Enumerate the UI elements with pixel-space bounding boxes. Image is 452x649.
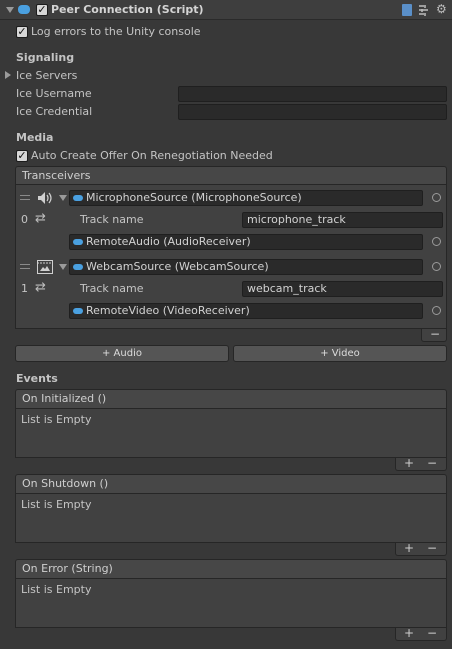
ice-username-label: Ice Username <box>16 87 92 100</box>
transceiver-0-source-field[interactable]: MicrophoneSource (MicrophoneSource) <box>69 190 423 206</box>
event-on-shutdown-list: List is Empty <box>15 493 447 543</box>
transceiver-1-track-name-label: Track name <box>80 282 144 295</box>
remove-button[interactable]: − <box>427 457 437 469</box>
auto-offer-label: Auto Create Offer On Renegotiation Neede… <box>31 149 273 162</box>
film-icon <box>37 260 53 274</box>
transceiver-1-source: WebcamSource (WebcamSource) <box>86 260 269 273</box>
log-errors-checkbox[interactable]: ✓ <box>16 26 28 38</box>
transceiver-1-receiver-field[interactable]: RemoteVideo (VideoReceiver) <box>69 303 423 319</box>
event-on-shutdown-header: On Shutdown () <box>15 474 447 494</box>
transceiver-0-track-name-label: Track name <box>80 213 144 226</box>
ice-credential-label: Ice Credential <box>16 105 93 118</box>
drag-handle-icon[interactable] <box>20 264 30 269</box>
transceivers-header: Transceivers <box>15 166 447 185</box>
speaker-icon <box>37 191 53 205</box>
drag-handle-icon[interactable] <box>20 195 30 200</box>
object-picker-icon[interactable] <box>432 262 441 271</box>
transceiver-0-receiver-field[interactable]: RemoteAudio (AudioReceiver) <box>69 234 423 250</box>
event-on-error-title: On Error (String) <box>22 562 113 575</box>
add-button[interactable]: + <box>404 457 414 469</box>
remove-button[interactable]: − <box>427 627 437 639</box>
transceiver-0-receiver: RemoteAudio (AudioReceiver) <box>86 235 251 248</box>
events-heading: Events <box>16 372 58 385</box>
ice-servers-label[interactable]: Ice Servers <box>16 69 77 82</box>
receiver-object-icon <box>73 308 83 314</box>
transceiver-0-track-name-field[interactable]: microphone_track <box>242 212 443 228</box>
transceiver-1-source-field[interactable]: WebcamSource (WebcamSource) <box>69 259 423 275</box>
event-on-initialized-title: On Initialized () <box>22 392 107 405</box>
event-on-error-header: On Error (String) <box>15 559 447 579</box>
transceiver-0-index: 0 <box>21 213 28 226</box>
log-errors-label: Log errors to the Unity console <box>31 25 201 38</box>
ice-credential-field[interactable] <box>178 104 447 120</box>
transceiver-0-source: MicrophoneSource (MicrophoneSource) <box>86 191 302 204</box>
object-picker-icon[interactable] <box>432 193 441 202</box>
event-on-shutdown-title: On Shutdown () <box>22 477 109 490</box>
event-on-shutdown-footer: + − <box>395 542 447 556</box>
script-icon <box>18 5 30 14</box>
event-on-error-empty: List is Empty <box>21 583 92 596</box>
transceiver-1-receiver: RemoteVideo (VideoReceiver) <box>86 304 250 317</box>
event-on-initialized-header: On Initialized () <box>15 389 447 409</box>
receiver-object-icon <box>73 239 83 245</box>
help-book-icon[interactable] <box>402 4 412 16</box>
component-header: ✓ Peer Connection (Script) ⚙ <box>0 0 452 20</box>
event-on-initialized-footer: + − <box>395 457 447 471</box>
event-on-error-footer: + − <box>395 627 447 641</box>
transceiver-1-index: 1 <box>21 282 28 295</box>
swap-arrows-icon: ⇄ <box>35 211 46 226</box>
swap-arrows-icon: ⇄ <box>35 280 46 295</box>
transceiver-0-foldout-icon[interactable] <box>59 195 67 201</box>
ice-servers-foldout-icon[interactable] <box>5 71 11 79</box>
add-video-button[interactable]: + Video <box>233 345 447 362</box>
gear-icon[interactable]: ⚙ <box>436 3 447 16</box>
remove-transceiver-button[interactable]: − <box>421 328 447 342</box>
component-enabled-checkbox[interactable]: ✓ <box>36 4 48 16</box>
transceiver-1-track-name-field[interactable]: webcam_track <box>242 281 443 297</box>
source-object-icon <box>73 264 83 270</box>
transceiver-1-foldout-icon[interactable] <box>59 264 67 270</box>
event-on-initialized-empty: List is Empty <box>21 413 92 426</box>
remove-button[interactable]: − <box>427 542 437 554</box>
foldout-arrow-icon[interactable] <box>6 7 14 13</box>
event-on-error-list: List is Empty <box>15 578 447 628</box>
auto-offer-checkbox[interactable]: ✓ <box>16 150 28 162</box>
add-audio-button[interactable]: + Audio <box>15 345 229 362</box>
add-button[interactable]: + <box>404 542 414 554</box>
event-on-shutdown-empty: List is Empty <box>21 498 92 511</box>
preset-icon[interactable] <box>418 4 429 16</box>
transceivers-label: Transceivers <box>22 169 91 182</box>
source-object-icon <box>73 195 83 201</box>
add-button[interactable]: + <box>404 627 414 639</box>
object-picker-icon[interactable] <box>432 306 441 315</box>
ice-username-field[interactable] <box>178 86 447 102</box>
object-picker-icon[interactable] <box>432 237 441 246</box>
signaling-heading: Signaling <box>16 51 75 64</box>
media-heading: Media <box>16 131 54 144</box>
component-title: Peer Connection (Script) <box>51 3 204 16</box>
event-on-initialized-list: List is Empty <box>15 408 447 458</box>
